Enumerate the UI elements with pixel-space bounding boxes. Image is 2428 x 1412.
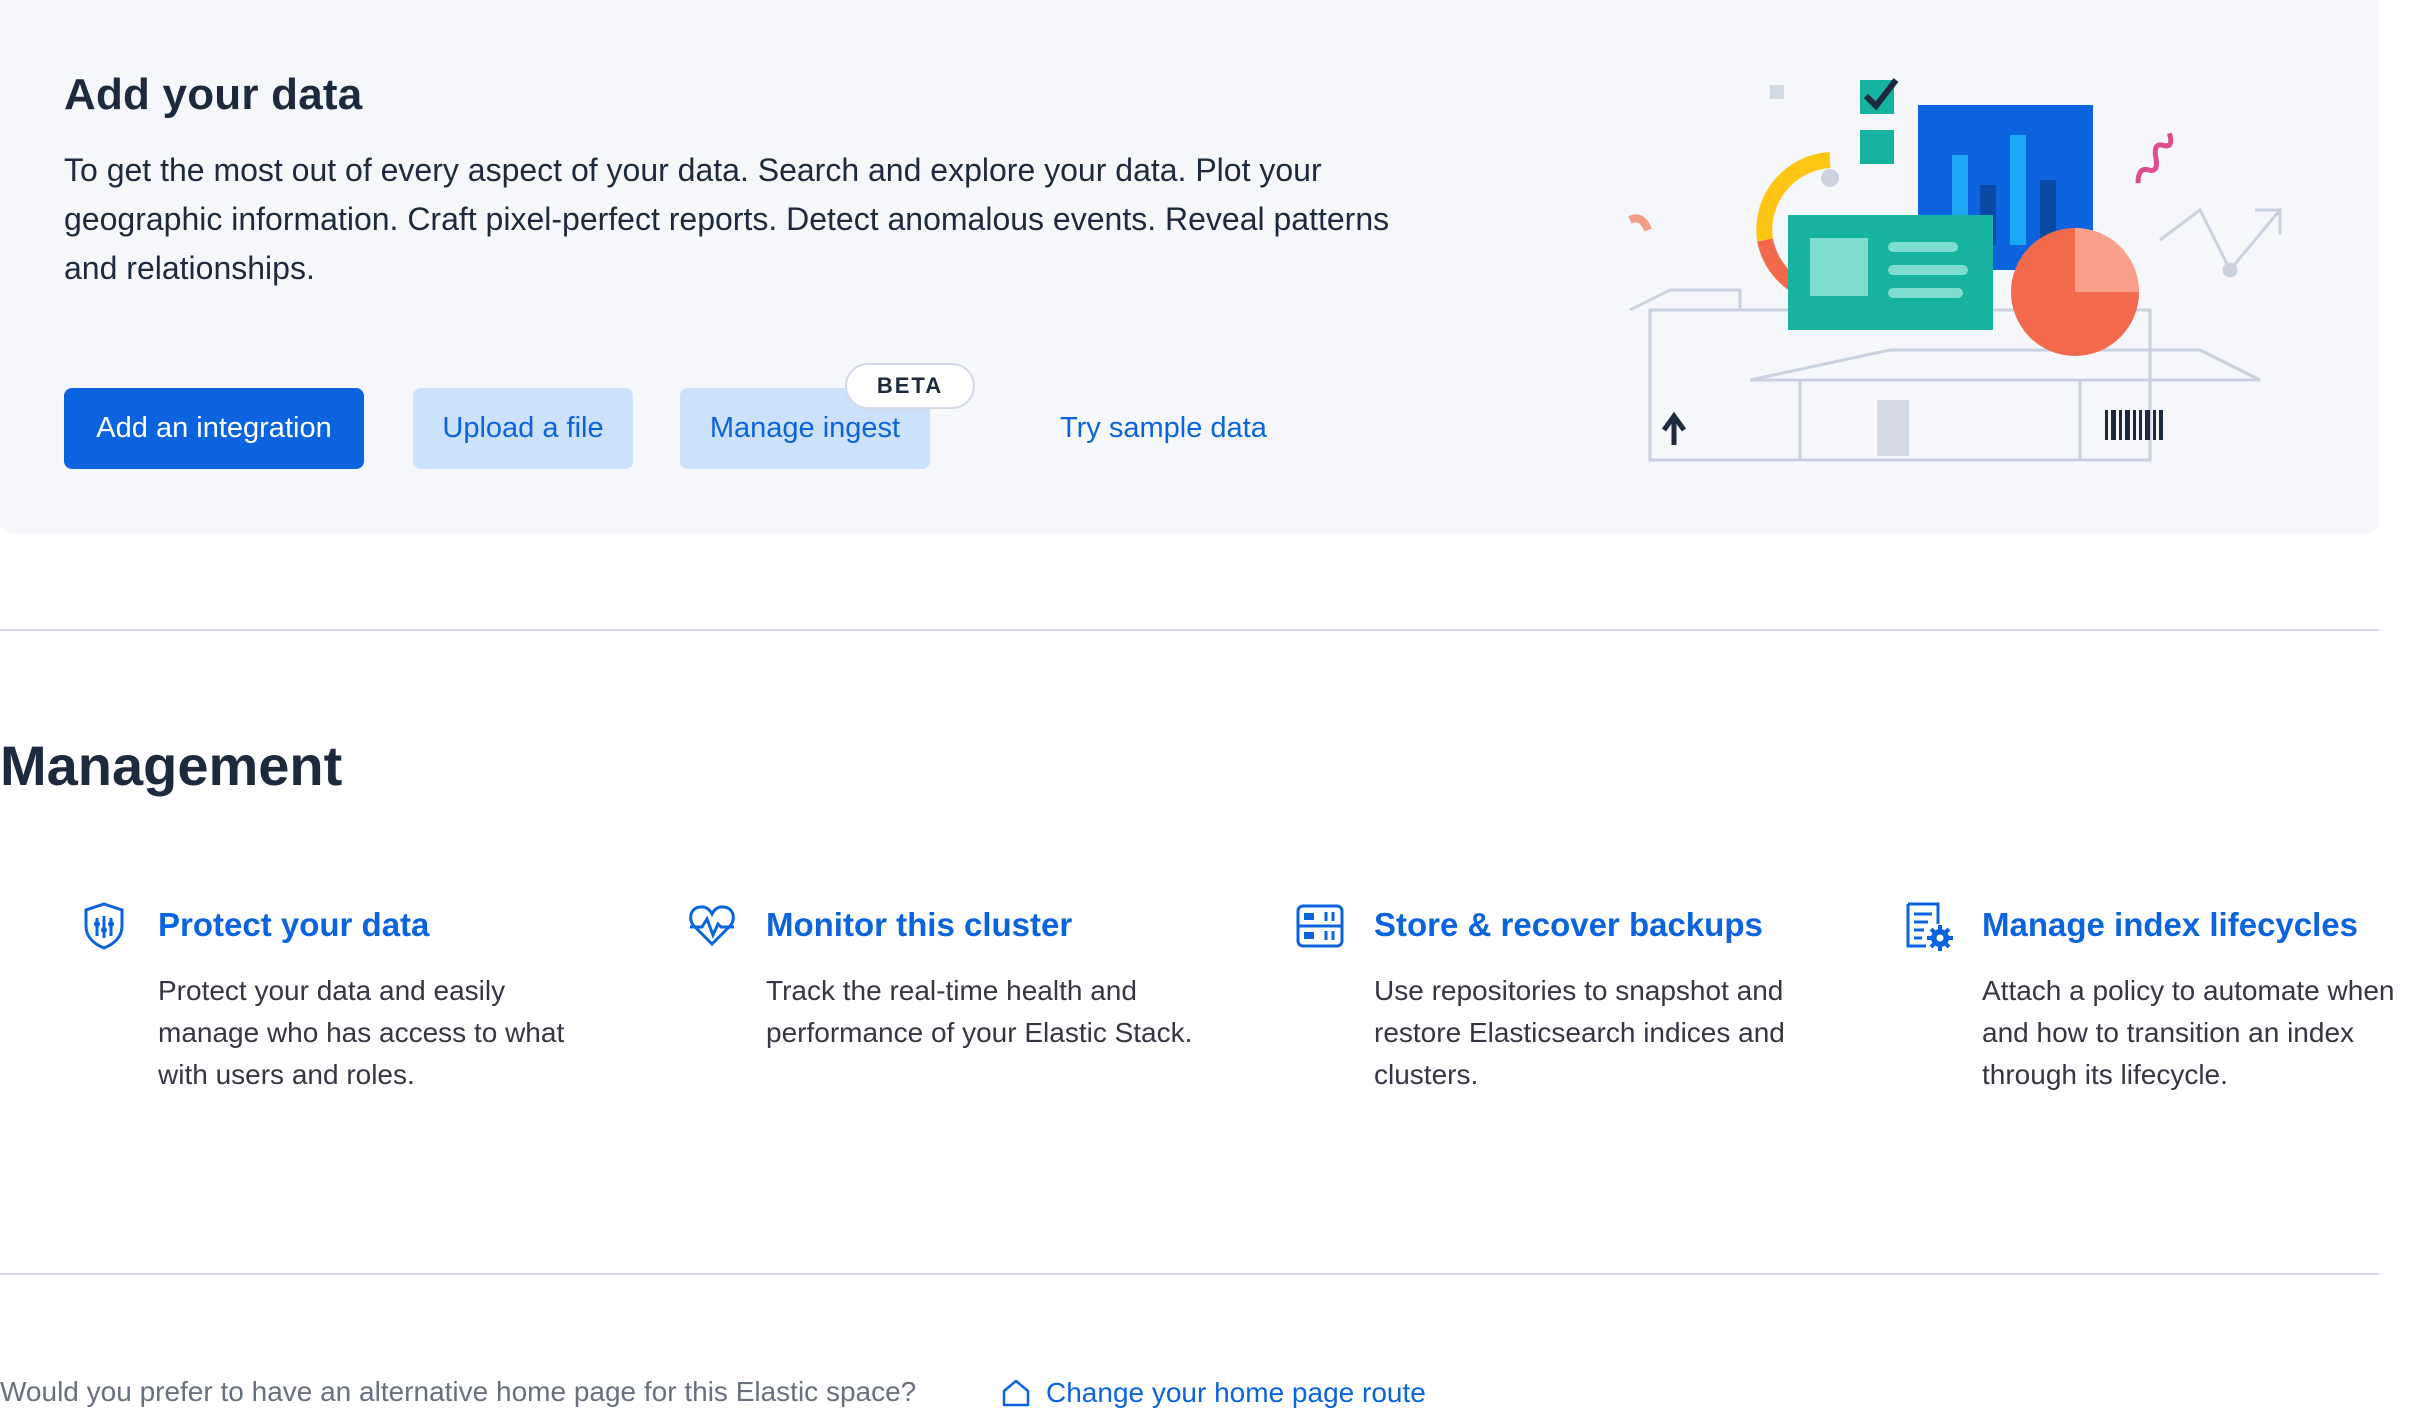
card-store-recover-backups[interactable]: Store & recover backups Use repositories… bbox=[1294, 900, 1854, 1120]
card-description: Track the real-time health and performan… bbox=[766, 975, 1193, 1048]
card-title[interactable]: Protect your data bbox=[158, 906, 429, 944]
footer-link-label: Change your home page route bbox=[1046, 1377, 1426, 1408]
footer-question: Would you prefer to have an alternative … bbox=[0, 1376, 917, 1407]
card-description: Use repositories to snapshot and restore… bbox=[1374, 975, 1785, 1090]
card-title[interactable]: Manage index lifecycles bbox=[1982, 906, 2358, 944]
add-integration-button[interactable]: Add an integration bbox=[64, 388, 364, 469]
card-manage-index-lifecycles[interactable]: Manage index lifecycles Attach a policy … bbox=[1902, 900, 2428, 1120]
card-monitor-this-cluster[interactable]: Monitor this cluster Track the real-time… bbox=[686, 900, 1246, 1120]
management-title: Management bbox=[0, 734, 343, 797]
card-title[interactable]: Monitor this cluster bbox=[766, 906, 1072, 944]
home-icon bbox=[1002, 1379, 1030, 1407]
try-sample-data-link[interactable]: Try sample data bbox=[1060, 388, 1267, 469]
add-data-panel: Add your data To get the most out of eve… bbox=[0, 0, 2379, 534]
add-data-title: Add your data bbox=[64, 70, 363, 119]
change-home-page-route-link[interactable]: Change your home page route bbox=[1000, 1374, 1426, 1412]
add-data-description: To get the most out of every aspect of y… bbox=[64, 152, 1390, 286]
card-protect-your-data[interactable]: Protect your data Protect your data and … bbox=[78, 900, 638, 1120]
add-data-illustration bbox=[1628, 78, 2282, 462]
monitoring-heart-icon bbox=[689, 905, 735, 947]
index-lifecycle-icon bbox=[1906, 902, 1953, 951]
card-title[interactable]: Store & recover backups bbox=[1374, 906, 1763, 944]
upload-file-button[interactable]: Upload a file bbox=[413, 388, 633, 469]
card-description: Attach a policy to automate when and how… bbox=[1982, 975, 2395, 1090]
backup-storage-icon bbox=[1296, 904, 1344, 948]
beta-badge: BETA bbox=[845, 363, 975, 409]
security-shield-icon bbox=[84, 902, 124, 950]
section-divider bbox=[0, 629, 2379, 631]
card-description: Protect your data and easily manage who … bbox=[158, 975, 565, 1090]
section-divider bbox=[0, 1273, 2379, 1275]
